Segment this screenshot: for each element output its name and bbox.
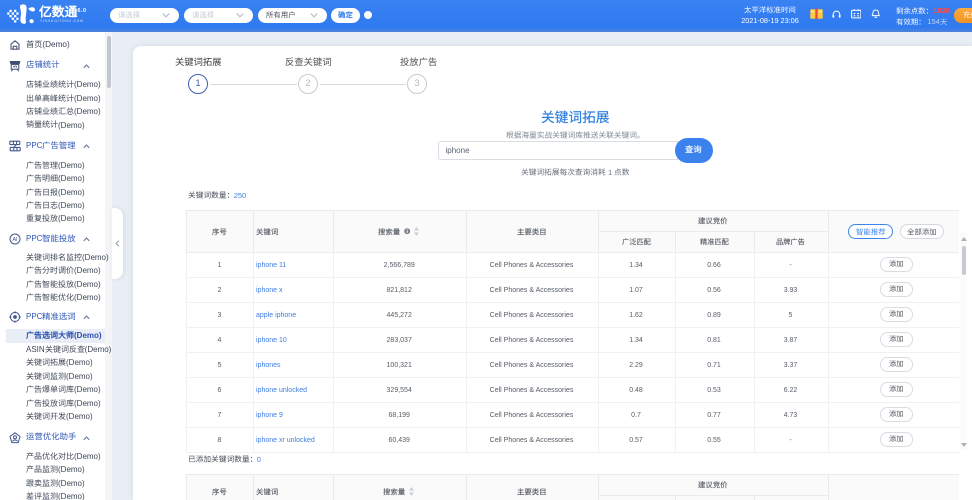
svg-text:AI: AI <box>12 237 17 243</box>
